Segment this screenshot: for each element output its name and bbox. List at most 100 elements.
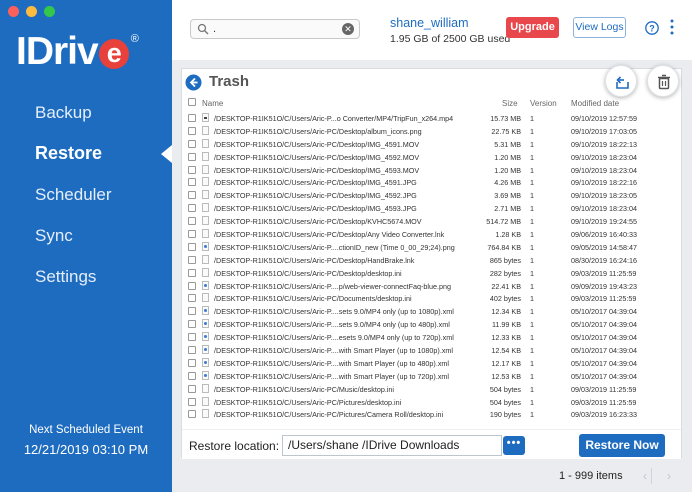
table-row[interactable]: /DESKTOP-R1IK51O/C/Users/Aric-P....with … (182, 344, 681, 357)
file-path: /DESKTOP-R1IK51O/C/Users/Aric-PC/Desktop… (214, 268, 402, 278)
file-path: /DESKTOP-R1IK51O/C/Users/Aric-PC/Desktop… (214, 255, 415, 265)
sidebar-item-backup[interactable]: Backup (0, 92, 172, 133)
row-checkbox[interactable] (188, 268, 196, 277)
table-row[interactable]: /DESKTOP-R1IK51O/C/Users/Aric-PC/Desktop… (182, 267, 681, 280)
table-row[interactable]: /DESKTOP-R1IK51O/C/Users/Aric-P....sets … (182, 305, 681, 318)
column-modified[interactable]: Modified date (571, 99, 619, 108)
trash-panel: Trash Name Size Version Modified date /D… (181, 65, 682, 459)
file-path: /DESKTOP-R1IK51O/C/Users/Aric-PC/Documen… (214, 294, 412, 304)
file-modified: 09/03/2019 11:25:59 (571, 268, 637, 278)
table-row[interactable]: /DESKTOP-R1IK51O/C/Users/Aric-PC/Desktop… (182, 202, 681, 215)
row-checkbox[interactable] (188, 307, 196, 316)
row-checkbox[interactable] (188, 165, 196, 174)
row-checkbox[interactable] (188, 191, 196, 200)
more-vertical-icon[interactable] (669, 18, 675, 36)
sidebar-item-sync[interactable]: Sync (0, 215, 172, 256)
restore-fab-button[interactable] (605, 65, 637, 97)
table-row[interactable]: /DESKTOP-R1IK51O/C/Users/Aric-PC/Desktop… (182, 151, 681, 164)
clear-search-icon[interactable]: ✕ (342, 23, 354, 35)
row-checkbox[interactable] (188, 397, 196, 406)
table-row[interactable]: /DESKTOP-R1IK51O/C/Users/Aric-P....with … (182, 370, 681, 383)
row-checkbox[interactable] (188, 384, 196, 393)
table-row[interactable]: /DESKTOP-R1IK51O/C/Users/Aric-PC/Desktop… (182, 254, 681, 267)
table-row[interactable]: /DESKTOP-R1IK51O/C/Users/Aric-PC/Desktop… (182, 189, 681, 202)
row-checkbox[interactable] (188, 410, 196, 419)
select-all-checkbox[interactable] (188, 98, 196, 106)
table-row[interactable]: /DESKTOP-R1IK51O/C/Users/Aric-PC/Desktop… (182, 215, 681, 228)
help-icon[interactable]: ? (645, 21, 659, 35)
row-checkbox[interactable] (188, 242, 196, 251)
row-checkbox[interactable] (188, 346, 196, 355)
file-modified: 09/03/2019 11:25:59 (571, 384, 637, 394)
row-checkbox[interactable] (188, 358, 196, 367)
column-size[interactable]: Size (502, 99, 518, 108)
table-row[interactable]: /DESKTOP-R1IK51O/C/Users/Aric-PC/Documen… (182, 292, 681, 305)
table-row[interactable]: /DESKTOP-R1IK51O/C/Users/Aric-PC/Picture… (182, 396, 681, 409)
delete-fab-button[interactable] (647, 65, 679, 97)
previous-page-icon[interactable]: ‹ (638, 469, 652, 483)
file-icon (202, 229, 209, 239)
row-checkbox[interactable] (188, 114, 196, 122)
row-checkbox[interactable] (188, 333, 196, 342)
column-version[interactable]: Version (530, 99, 557, 108)
file-version: 1 (530, 294, 534, 304)
row-checkbox[interactable] (188, 139, 196, 148)
file-icon (202, 280, 209, 290)
pagination-divider (651, 468, 652, 484)
row-checkbox[interactable] (188, 217, 196, 226)
sidebar-item-settings[interactable]: Settings (0, 256, 172, 297)
restore-location-field[interactable]: /Users/shane /IDrive Downloads (282, 435, 502, 456)
row-checkbox[interactable] (188, 255, 196, 264)
browse-button[interactable]: ••• (503, 436, 525, 455)
table-row[interactable]: /DESKTOP-R1IK51O/C/Users/Aric-PC/Picture… (182, 408, 681, 421)
row-checkbox[interactable] (188, 281, 196, 290)
user-name[interactable]: shane_william (390, 16, 469, 30)
file-version: 1 (530, 255, 534, 265)
search-input[interactable] (213, 21, 333, 37)
minimize-window-button[interactable] (26, 6, 37, 17)
file-modified: 05/10/2017 04:39:04 (571, 346, 637, 356)
file-path: /DESKTOP-R1IK51O/C/Users/Aric-PC/Desktop… (214, 204, 417, 214)
file-modified: 09/10/2019 12:57:59 (571, 114, 637, 123)
file-version: 1 (530, 281, 534, 291)
restore-now-button[interactable]: Restore Now (579, 434, 665, 457)
close-window-button[interactable] (8, 6, 19, 17)
file-path: /DESKTOP-R1IK51O/C/Users/Aric-PC/Desktop… (214, 165, 420, 175)
file-size: 1.28 KB (495, 230, 521, 240)
row-checkbox[interactable] (188, 178, 196, 187)
table-row[interactable]: /DESKTOP-R1IK51O/C/Users/Aric-P....sets … (182, 318, 681, 331)
file-modified: 09/03/2019 16:23:33 (571, 410, 637, 420)
row-checkbox[interactable] (188, 294, 196, 303)
table-row[interactable]: /DESKTOP-R1IK51O/C/Users/Aric-PC/Desktop… (182, 164, 681, 177)
file-size: 12.54 KB (491, 346, 521, 356)
table-header: Name Size Version Modified date (182, 97, 681, 110)
table-row[interactable]: /DESKTOP-R1IK51O/C/Users/Aric-PC/Desktop… (182, 138, 681, 151)
row-checkbox[interactable] (188, 152, 196, 161)
row-checkbox[interactable] (188, 204, 196, 213)
table-row[interactable]: /DESKTOP-R1IK51O/C/Users/Aric-P....ction… (182, 241, 681, 254)
file-version: 1 (530, 371, 534, 381)
column-name[interactable]: Name (202, 99, 223, 108)
table-row[interactable]: /DESKTOP-R1IK51O/C/Users/Aric-PC/Desktop… (182, 228, 681, 241)
file-version: 1 (530, 165, 534, 175)
table-row[interactable]: /DESKTOP-R1IK51O/C/Users/Aric-PC/Desktop… (182, 125, 681, 138)
file-version: 1 (530, 384, 534, 394)
table-row[interactable]: /DESKTOP-R1IK51O/C/Users/Aric-P...o Conv… (182, 112, 681, 125)
row-checkbox[interactable] (188, 371, 196, 380)
file-path: /DESKTOP-R1IK51O/C/Users/Aric-PC/Picture… (214, 397, 402, 407)
sidebar-item-restore[interactable]: Restore (0, 133, 172, 174)
row-checkbox[interactable] (188, 230, 196, 239)
zoom-window-button[interactable] (44, 6, 55, 17)
upgrade-button[interactable]: Upgrade (506, 17, 559, 38)
table-row[interactable]: /DESKTOP-R1IK51O/C/Users/Aric-P....with … (182, 357, 681, 370)
view-logs-button[interactable]: View Logs (573, 17, 626, 38)
table-row[interactable]: /DESKTOP-R1IK51O/C/Users/Aric-P....esets… (182, 331, 681, 344)
table-row[interactable]: /DESKTOP-R1IK51O/C/Users/Aric-PC/Desktop… (182, 176, 681, 189)
table-row[interactable]: /DESKTOP-R1IK51O/C/Users/Aric-PC/Music/d… (182, 383, 681, 396)
back-arrow-icon[interactable] (185, 74, 202, 91)
sidebar-item-scheduler[interactable]: Scheduler (0, 174, 172, 215)
next-page-icon[interactable]: › (662, 469, 676, 483)
row-checkbox[interactable] (188, 126, 196, 135)
table-row[interactable]: /DESKTOP-R1IK51O/C/Users/Aric-P....p/web… (182, 280, 681, 293)
row-checkbox[interactable] (188, 320, 196, 329)
